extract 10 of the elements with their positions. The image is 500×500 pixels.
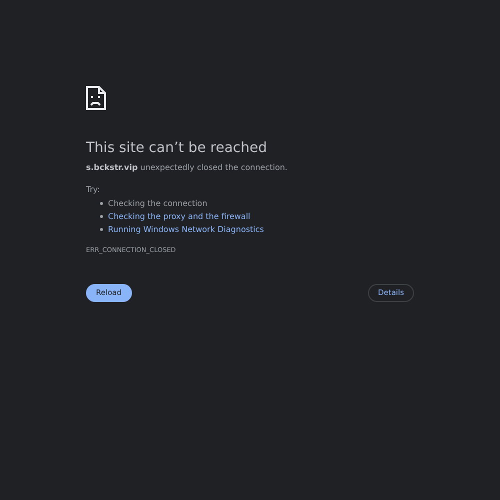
bullet-icon (100, 202, 103, 205)
error-message: s.bckstr.vip unexpectedly closed the connection. (86, 162, 288, 174)
bullet-icon (100, 215, 103, 218)
bullet-icon (100, 228, 103, 231)
page-title: This site can’t be reached (86, 139, 268, 157)
suggestion-link[interactable]: Running Windows Network Diagnostics (108, 224, 264, 236)
sad-page-icon (86, 86, 106, 110)
try-label: Try: (86, 184, 101, 196)
suggestion-link[interactable]: Checking the proxy and the firewall (108, 210, 250, 222)
suggestion-text: Checking the connection (108, 198, 208, 210)
